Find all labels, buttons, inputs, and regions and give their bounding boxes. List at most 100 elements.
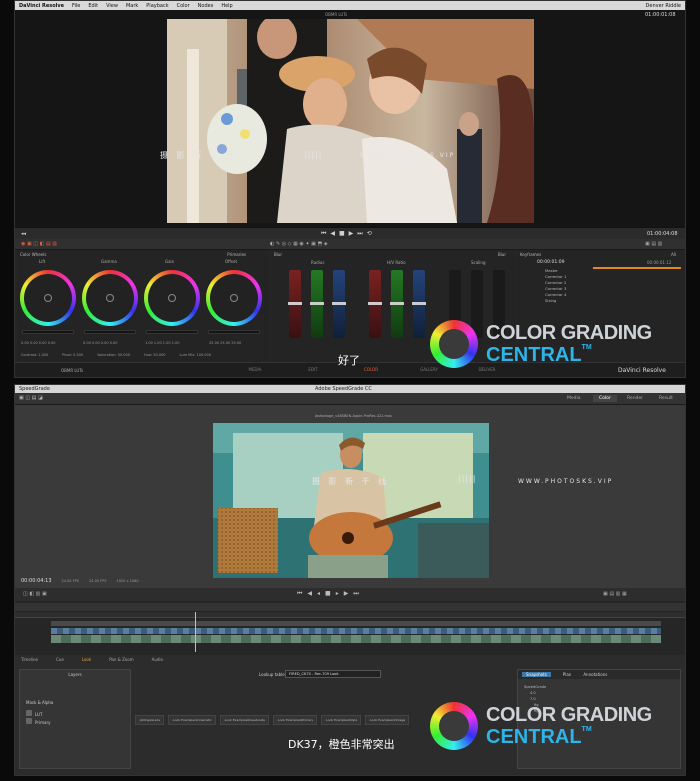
brand-line1: COLOR GRADING: [486, 322, 652, 344]
lift-master-slider[interactable]: [22, 330, 74, 334]
lift-values: 0.00 0.00 0.00 0.00: [21, 341, 56, 345]
layer-primary[interactable]: Primary: [26, 718, 50, 725]
tab-color[interactable]: Color: [593, 395, 617, 402]
lum-mix-value[interactable]: Lum Mix: 100.000: [180, 353, 211, 357]
look-preset[interactable]: .Look Examples\Style: [321, 715, 362, 725]
look-preset[interactable]: .Look Examples\Vintage: [365, 715, 410, 725]
transport-bar: ◂◂ ⏮◀■▶⏭⟲ 01:00:04:08: [15, 227, 685, 239]
gamma-master-slider[interactable]: [84, 330, 136, 334]
menu-help[interactable]: Help: [221, 3, 232, 9]
sg-timeline-ruler[interactable]: [15, 612, 685, 618]
menu-playback[interactable]: Playback: [146, 3, 168, 9]
saturation-value[interactable]: Saturation: 50.000: [97, 353, 130, 357]
color-wheels-title: Color Wheels: [20, 251, 47, 257]
lower-tab-cue[interactable]: Cue: [56, 657, 64, 662]
look-preset[interactable]: .JatIIngsGrade: [135, 715, 165, 725]
brand-line1: COLOR GRADING: [486, 704, 652, 726]
offset-crosshair[interactable]: [230, 294, 238, 302]
menu-file[interactable]: File: [72, 3, 80, 9]
keyframe-item[interactable]: Sizing: [523, 298, 566, 304]
tool-icons-right[interactable]: ▣ ▤ ▥: [645, 241, 662, 247]
menu-nodes[interactable]: Nodes: [198, 3, 214, 9]
sg-track-bar[interactable]: [51, 621, 661, 626]
wheel-gain-label: Gain: [165, 259, 175, 264]
tab-result[interactable]: Result: [653, 395, 679, 402]
lookup-table-label: Lookup table: [259, 672, 285, 677]
watermark-cn: 摄 影 新 干 线: [160, 151, 238, 160]
sg-toolbar-icons[interactable]: ▣ ◫ ▤ ◪: [19, 395, 43, 401]
nav-edit[interactable]: EDIT: [293, 367, 333, 372]
transport-controls[interactable]: ⏮◀■▶⏭⟲: [321, 230, 376, 238]
lookup-table-select[interactable]: FIRED_CK70 - Rec.709 Look: [285, 670, 381, 678]
blur-mode[interactable]: Blur: [498, 252, 506, 257]
sg-timeline-toolbar[interactable]: [15, 603, 685, 611]
sg-clip-track[interactable]: [51, 628, 661, 634]
menu-edit[interactable]: Edit: [88, 3, 98, 9]
user-name: Denver Riddle: [645, 2, 681, 9]
davinci-brand: DaVinci Resolve: [618, 367, 666, 374]
keyframes-filter[interactable]: All: [671, 252, 676, 257]
gamma-crosshair[interactable]: [106, 294, 114, 302]
sg-transport-controls[interactable]: ⏮◀◂■▸▶⏭: [297, 590, 364, 598]
look-preset[interactable]: .Look Examples\Primary: [273, 715, 318, 725]
scaling-label: Scaling: [471, 260, 486, 265]
brand-tm: TM: [581, 726, 592, 733]
menu-view[interactable]: View: [106, 3, 118, 9]
lower-tab-look[interactable]: Look: [82, 657, 91, 662]
gain-crosshair[interactable]: [168, 294, 176, 302]
lower-tab-pan-zoom[interactable]: Pan & Zoom: [109, 657, 133, 662]
layer-checkbox-icon[interactable]: [26, 710, 32, 716]
contrast-value[interactable]: Contrast: 1.000: [21, 353, 48, 357]
layer-mask-alpha[interactable]: Mask & Alpha: [26, 700, 53, 705]
look-preset[interactable]: .Look Examples\Cinematic: [168, 715, 216, 725]
transport-timecode: 01:00:04:08: [647, 231, 678, 237]
tab-media[interactable]: Media: [561, 395, 587, 402]
sg-transport-right[interactable]: ▣ ▤ ▥ ▦: [603, 591, 627, 597]
look-preset[interactable]: .Look Examples\Desaturate: [219, 715, 270, 725]
lift-crosshair[interactable]: [44, 294, 52, 302]
radius-green-slider[interactable]: [310, 270, 324, 338]
hv-red-slider[interactable]: [368, 270, 382, 338]
radius-blue-slider[interactable]: [332, 270, 346, 338]
nav-gallery[interactable]: GALLERY: [409, 367, 449, 372]
watermark-cn-2: 摄 影 新 干 线: [312, 477, 390, 486]
watermark-bars-icon-2: |||||: [458, 474, 477, 483]
nav-media[interactable]: MEDIA: [235, 367, 275, 372]
menu-mark[interactable]: Mark: [126, 3, 138, 9]
tool-icons-left[interactable]: ◉ ▣ ◫ ◧ ▤ ▥: [21, 241, 57, 247]
radius-red-slider[interactable]: [288, 270, 302, 338]
blur-title: Blur: [274, 251, 283, 257]
nav-deliver[interactable]: DELIVER: [467, 367, 507, 372]
hv-green-slider[interactable]: [390, 270, 404, 338]
tab-plan[interactable]: Plan: [563, 672, 572, 677]
lower-tab-audio[interactable]: Audio: [152, 657, 163, 662]
wheel-lift-label: Lift: [39, 259, 46, 264]
sg-transport-left[interactable]: ◫ ◧ ▥ ▣: [23, 591, 47, 597]
hue-value[interactable]: Hue: 50.000: [144, 353, 166, 357]
tab-snapshots[interactable]: Snapshots: [522, 672, 551, 677]
scaling-green-slider[interactable]: [471, 270, 483, 338]
tab-render[interactable]: Render: [621, 395, 649, 402]
menu-color[interactable]: Color: [177, 3, 190, 9]
hv-blue-slider[interactable]: [412, 270, 426, 338]
color-wheels-panel: Color Wheels Primaries Lift Gamma Gain O…: [17, 250, 269, 362]
offset-master-slider[interactable]: [208, 330, 260, 334]
layer-checkbox-icon[interactable]: [26, 718, 32, 724]
tab-annotations[interactable]: Annotations: [583, 672, 607, 677]
tool-icons-center[interactable]: ◐ ✎ ◎ ◇ ▦ ◉ ✦ ▣ ⬒ ◈: [270, 241, 328, 247]
layer-lut[interactable]: LUT: [26, 710, 42, 717]
sg-playhead[interactable]: [195, 612, 196, 652]
sg-timecode: 00:00:04:13: [21, 578, 52, 584]
sg-titlebar: SpeedGrade Adobe SpeedGrade CC: [15, 385, 685, 393]
gain-values: 1.00 1.00 1.00 1.00: [145, 341, 180, 345]
wheels-mode-select[interactable]: Primaries: [227, 252, 246, 257]
lower-tab-timeline[interactable]: Timeline: [21, 657, 38, 662]
app-name: DaVinci Resolve: [19, 2, 65, 9]
play-back-icon[interactable]: ◂◂: [21, 231, 26, 237]
brand-line2: CENTRALTM: [486, 726, 592, 749]
pivot-value[interactable]: Pivot: 0.500: [62, 353, 83, 357]
gain-master-slider[interactable]: [146, 330, 198, 334]
keyframe-track-bar[interactable]: [593, 267, 681, 269]
sg-thumbnail-track[interactable]: [51, 635, 661, 643]
layer-primary-label: Primary: [35, 720, 51, 725]
